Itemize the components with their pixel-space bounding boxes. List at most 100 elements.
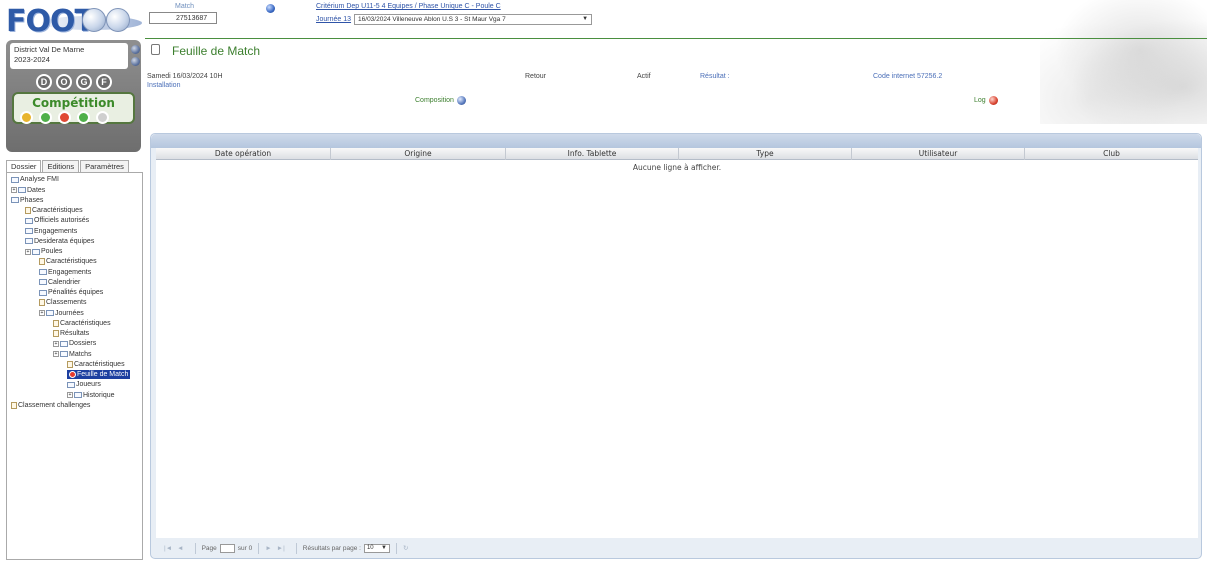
refresh-icon[interactable]: ↻ bbox=[403, 544, 408, 552]
match-search-icon[interactable] bbox=[266, 4, 275, 13]
folder-icon bbox=[11, 197, 19, 204]
page-icon bbox=[39, 299, 45, 307]
tree-item[interactable]: + Dates bbox=[11, 186, 45, 195]
log-icon[interactable] bbox=[988, 96, 998, 105]
tree-item-label: Officiels autorisés bbox=[34, 217, 90, 225]
district-select-icon[interactable] bbox=[131, 57, 140, 66]
tree-item[interactable]: Feuille de Match bbox=[67, 370, 131, 380]
tree-item-label: Journées bbox=[55, 309, 84, 317]
expand-icon[interactable]: + bbox=[67, 392, 73, 399]
tab-dossier[interactable]: Dossier bbox=[6, 160, 42, 172]
column-club[interactable]: Club bbox=[1025, 148, 1198, 160]
tree-item-label: Engagements bbox=[34, 227, 78, 235]
tree-item[interactable]: + Dossiers bbox=[53, 339, 96, 348]
tree-item-label: Poules bbox=[41, 248, 63, 256]
prev-page-button[interactable]: ◄ bbox=[177, 545, 183, 552]
navigation-tree: Analyse FMI + Dates Phases Caractéristiques O… bbox=[6, 172, 143, 560]
journee-link[interactable]: Journée 13 bbox=[316, 16, 351, 23]
code-internet: Code internet 57256.2 bbox=[873, 73, 943, 80]
per-page-value: 10 bbox=[366, 545, 374, 551]
criterium-link[interactable]: Critérium Dep U11-5 4 Equipes / Phase Un… bbox=[316, 3, 501, 10]
column-origine[interactable]: Origine bbox=[331, 148, 506, 160]
circle-button-g[interactable]: G bbox=[76, 74, 92, 90]
tab-parametres[interactable]: Paramètres bbox=[80, 160, 129, 172]
tree-item[interactable]: Phases bbox=[11, 196, 43, 205]
tree-item[interactable]: Calendrier bbox=[39, 278, 80, 287]
last-page-button[interactable]: ►| bbox=[277, 545, 285, 552]
expand-icon[interactable]: + bbox=[25, 248, 31, 255]
tree-item[interactable]: Engagements bbox=[25, 227, 77, 236]
tree-item[interactable]: + Journées bbox=[39, 309, 84, 318]
tree-item[interactable]: Caractéristiques bbox=[39, 257, 97, 266]
next-page-button[interactable]: ► bbox=[265, 545, 271, 552]
tree-item[interactable]: Caractéristiques bbox=[53, 319, 111, 328]
tree-item[interactable]: Desiderata équipes bbox=[25, 237, 94, 246]
tree-item-label: Caractéristiques bbox=[46, 258, 97, 266]
journee-select[interactable]: 16/03/2024 Villeneuve Ablon U.S 3 - St M… bbox=[354, 13, 593, 25]
tree-item-label: Engagements bbox=[48, 268, 92, 276]
tree-item[interactable]: Pénalités équipes bbox=[39, 288, 103, 297]
tree-item[interactable]: Caractéristiques bbox=[25, 206, 83, 215]
tree-item[interactable]: Joueurs bbox=[67, 380, 101, 389]
expand-icon[interactable]: + bbox=[53, 340, 59, 347]
competition-dot[interactable] bbox=[58, 111, 71, 124]
competition-dot[interactable] bbox=[96, 111, 109, 124]
district-search-icon[interactable] bbox=[131, 45, 140, 54]
competition-dot[interactable] bbox=[77, 111, 90, 124]
competition-dot[interactable] bbox=[39, 111, 52, 124]
tree-item[interactable]: Caractéristiques bbox=[67, 360, 125, 369]
competition-box[interactable]: Compétition bbox=[12, 92, 135, 124]
selected-page-icon bbox=[69, 371, 76, 379]
tree-item[interactable]: Classement challenges bbox=[11, 401, 90, 410]
composition-label: Composition bbox=[415, 97, 454, 104]
tree-item[interactable]: Classements bbox=[39, 298, 86, 307]
column-info-tablette[interactable]: Info. Tablette bbox=[506, 148, 679, 160]
panel-header-bar bbox=[151, 134, 1201, 148]
page-number-input[interactable] bbox=[219, 543, 235, 553]
page-icon bbox=[67, 360, 73, 368]
log-link[interactable]: Log bbox=[974, 96, 998, 105]
column-utilisateur[interactable]: Utilisateur bbox=[852, 148, 1025, 160]
folder-icon bbox=[60, 340, 68, 347]
tree-item-label: Feuille de Match bbox=[77, 371, 129, 379]
folder-icon bbox=[39, 289, 47, 296]
composition-icon[interactable] bbox=[456, 96, 466, 105]
circle-button-o[interactable]: O bbox=[56, 74, 72, 90]
tree-item[interactable]: Officiels autorisés bbox=[25, 216, 89, 225]
logo-ball-icon bbox=[106, 8, 130, 32]
expand-icon[interactable]: + bbox=[53, 351, 59, 358]
match-number-input[interactable] bbox=[149, 12, 217, 24]
tree-item-label: Caractéristiques bbox=[74, 360, 125, 368]
tree-item[interactable]: + Historique bbox=[67, 391, 115, 400]
folder-icon bbox=[11, 176, 19, 183]
expand-icon[interactable]: + bbox=[39, 310, 45, 317]
grid-header: Date opération Origine Info. Tablette Ty… bbox=[156, 148, 1198, 160]
tree-item-label: Desiderata équipes bbox=[34, 237, 95, 245]
column-date-operation[interactable]: Date opération bbox=[156, 148, 331, 160]
competition-dots bbox=[20, 111, 109, 124]
chevron-down-icon: ▼ bbox=[381, 545, 387, 551]
composition-link[interactable]: Composition bbox=[415, 96, 466, 105]
installation-link[interactable]: Installation bbox=[147, 82, 180, 89]
circle-button-f[interactable]: F bbox=[96, 74, 112, 90]
tree-item[interactable]: Analyse FMI bbox=[11, 175, 59, 184]
tab-editions[interactable]: Editions bbox=[42, 160, 80, 172]
folder-icon bbox=[67, 381, 75, 388]
pager-separator bbox=[295, 542, 297, 554]
tree-item-label: Analyse FMI bbox=[20, 176, 59, 184]
tree-item[interactable]: Engagements bbox=[39, 268, 91, 277]
column-type[interactable]: Type bbox=[679, 148, 852, 160]
competition-dot[interactable] bbox=[20, 111, 33, 124]
tree-item[interactable]: Résultats bbox=[53, 329, 89, 338]
circle-button-d[interactable]: D bbox=[36, 74, 52, 90]
per-page-select[interactable]: 10 ▼ bbox=[363, 543, 390, 553]
competition-title: Compétition bbox=[32, 96, 115, 110]
district-box: District Val De Marne 2023-2024 D O G F … bbox=[6, 40, 141, 152]
history-panel: Date opération Origine Info. Tablette Ty… bbox=[150, 133, 1202, 559]
header-divider bbox=[145, 38, 1207, 39]
tree-item[interactable]: + Matchs bbox=[53, 350, 92, 359]
expand-icon[interactable]: + bbox=[11, 187, 17, 194]
first-page-button[interactable]: |◄ bbox=[164, 545, 172, 552]
district-name: District Val De Marne bbox=[14, 45, 85, 54]
tree-item[interactable]: + Poules bbox=[25, 247, 62, 256]
